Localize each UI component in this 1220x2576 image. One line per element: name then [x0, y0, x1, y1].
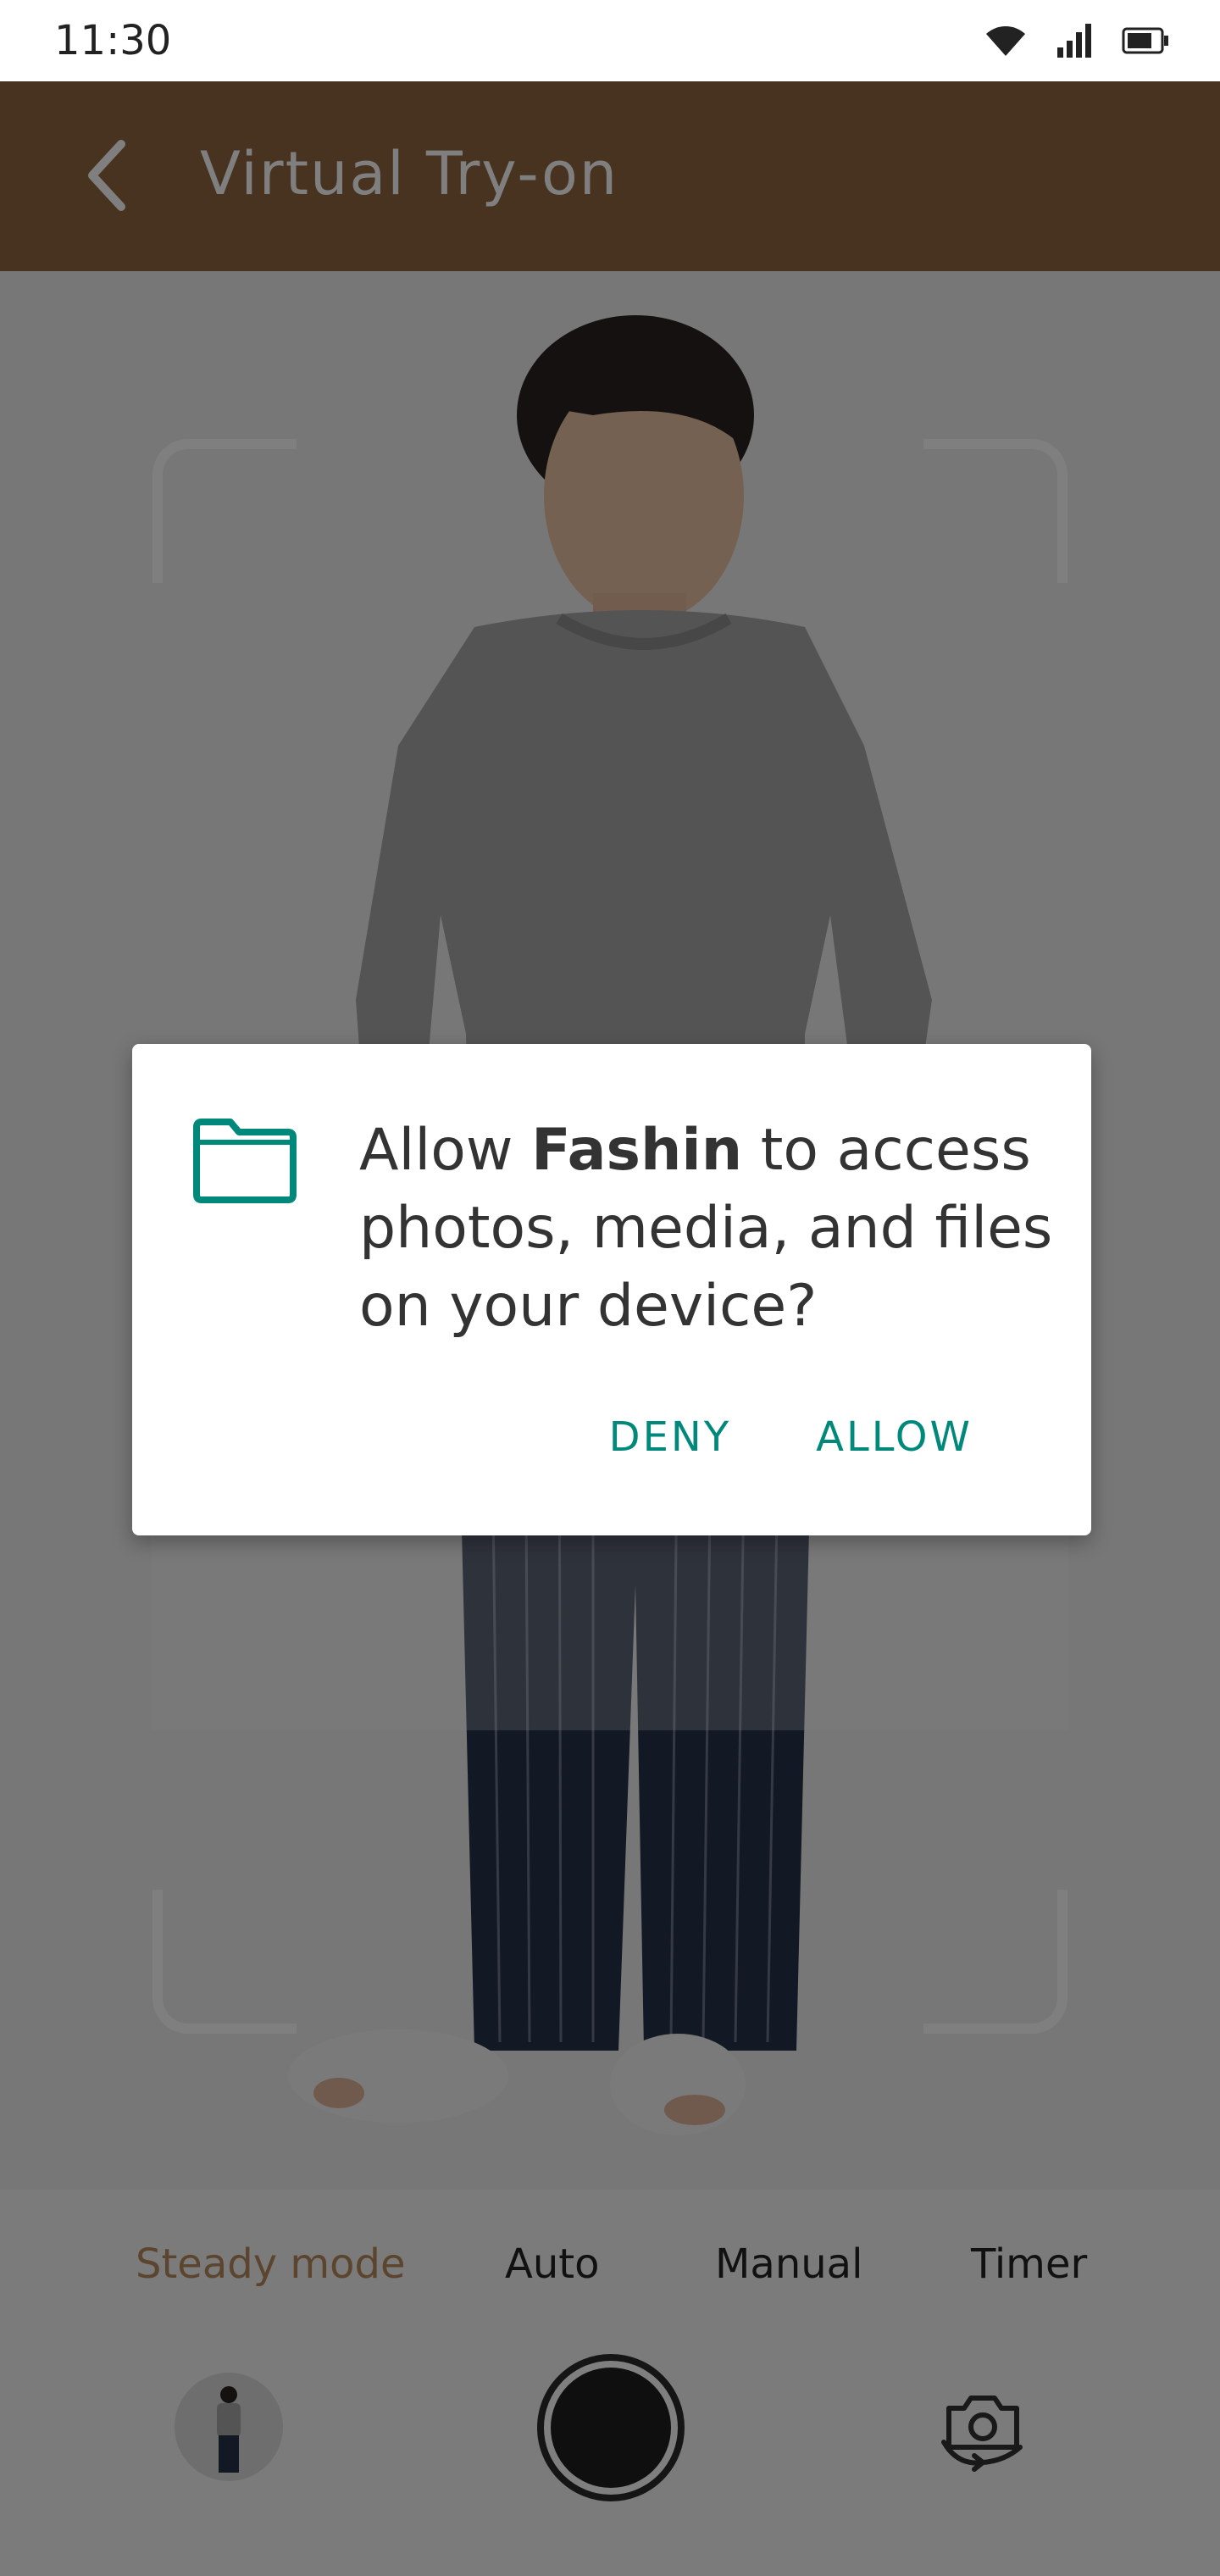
dialog-message: Allow Fashin to access photos, media, an…	[359, 1112, 1054, 1346]
dialog-message-prefix: Allow	[359, 1117, 532, 1184]
status-bar: 11:30	[0, 0, 1220, 81]
signal-icon	[1056, 24, 1093, 62]
battery-icon	[1122, 27, 1169, 58]
dialog-actions: DENY ALLOW	[609, 1413, 973, 1461]
allow-button[interactable]: ALLOW	[816, 1413, 973, 1461]
status-icons	[984, 24, 1169, 62]
permission-dialog: Allow Fashin to access photos, media, an…	[132, 1044, 1091, 1535]
wifi-icon	[984, 24, 1027, 62]
dialog-app-name: Fashin	[531, 1117, 743, 1184]
deny-button[interactable]: DENY	[609, 1413, 732, 1461]
folder-icon	[193, 1119, 297, 1203]
status-time: 11:30	[54, 17, 172, 64]
